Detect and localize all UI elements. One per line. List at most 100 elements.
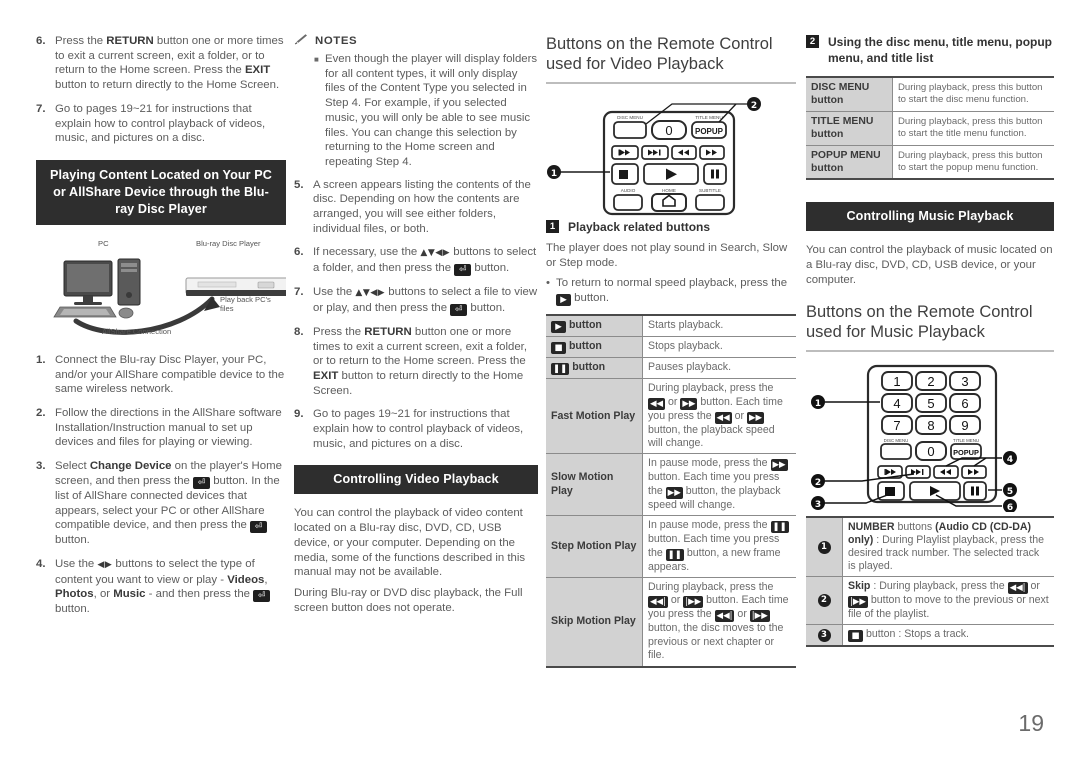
table-row: Fast Motion Play During playback, press … — [546, 378, 796, 455]
list-item: 5. A screen appears listing the contents… — [294, 178, 538, 237]
svg-text:7: 7 — [893, 418, 900, 433]
step-number: 4. — [36, 557, 46, 570]
step-number: 1. — [36, 353, 46, 366]
video-playback-paragraph-1: You can control the playback of video co… — [294, 507, 526, 579]
column-2: NOTES ■ Even though the player will disp… — [294, 34, 538, 621]
table-row: Step Motion Play In pause mode, press th… — [546, 515, 796, 578]
section-banner-video-playback: Controlling Video Playback — [294, 465, 538, 495]
step-text: Use the ◀▶ buttons to select the type of… — [55, 557, 286, 617]
step-text: Connect the Blu-ray Disc Player, your PC… — [55, 353, 285, 396]
music-number-table-body: 1 NUMBER buttons (Audio CD (CD-DA) only)… — [806, 515, 1054, 647]
badge-1-icon: 1 — [546, 220, 559, 233]
diagram-label-player: Blu-ray Disc Player — [196, 238, 261, 248]
svg-text:POPUP: POPUP — [695, 127, 724, 136]
row-value: Skip : During playback, press the ◀◀| or… — [842, 575, 1054, 625]
list-item: 9. Go to pages 19~21 for instructions th… — [294, 407, 538, 451]
step-text: A screen appears listing the contents of… — [313, 178, 531, 235]
svg-text:HOME: HOME — [662, 188, 676, 193]
row-index: 3 — [806, 623, 843, 647]
diagram-label-pc: PC — [98, 238, 109, 248]
square-bullet-icon: ■ — [314, 55, 319, 64]
row-value: Starts playback. — [642, 314, 796, 338]
page-title-music-remote: Buttons on the Remote Control used for M… — [806, 302, 1033, 341]
divider — [546, 82, 796, 84]
row-value: In pause mode, press the ❚❚ button. Each… — [642, 515, 796, 578]
svg-text:POPUP: POPUP — [953, 448, 979, 457]
video-playback-paragraph-2: During Blu-ray or DVD disc playback, the… — [294, 586, 523, 614]
manual-page: 6. Press the RETURN button one or more t… — [0, 0, 1080, 761]
menu-buttons-table: DISC MENU button During playback, press … — [806, 75, 1054, 181]
pencil-icon — [294, 34, 309, 48]
table-row: Slow Motion Play In pause mode, press th… — [546, 453, 796, 517]
section-banner-allshare: Playing Content Located on Your PC or Al… — [36, 159, 286, 225]
steps-top-list: 6. Press the RETURN button one or more t… — [36, 34, 286, 146]
step-text: Use the ▲▼◀▶ buttons to select a file to… — [313, 286, 538, 316]
svg-text:0: 0 — [665, 123, 672, 138]
svg-text:6: 6 — [961, 396, 968, 411]
svg-text:2: 2 — [815, 478, 821, 488]
step-number: 6. — [294, 246, 304, 259]
svg-text:9: 9 — [961, 418, 968, 433]
row-label: Fast Motion Play — [546, 378, 643, 455]
svg-text:3: 3 — [961, 374, 968, 389]
list-item: 3. Select Change Device on the player's … — [36, 459, 286, 548]
diagram-label-playback: Play back PC's files — [220, 294, 271, 313]
svg-text:DISC MENU: DISC MENU — [884, 438, 909, 443]
page-title-video-remote: Buttons on the Remote Control used for V… — [546, 35, 773, 73]
note-item: ■ Even though the player will display fo… — [294, 52, 538, 170]
svg-text:4: 4 — [1007, 455, 1013, 465]
svg-text:1: 1 — [893, 374, 900, 389]
row-label: ■ button — [546, 336, 643, 359]
svg-text:2: 2 — [927, 374, 934, 389]
badge-2-icon: 2 — [806, 35, 819, 48]
page-number: 19 — [1018, 710, 1044, 736]
svg-text:1: 1 — [551, 169, 557, 179]
row-label: ▶ button — [546, 314, 643, 338]
row-value: During playback, press the ◀◀| or |▶▶ bu… — [642, 576, 796, 668]
divider — [806, 349, 1054, 352]
svg-text:AUDIO: AUDIO — [621, 188, 636, 193]
step-number: 3. — [36, 460, 46, 473]
svg-text:SUBTITLE: SUBTITLE — [699, 188, 721, 193]
section-banner-music-playback: Controlling Music Playback — [806, 202, 1054, 232]
step-text: Press the RETURN button one or more time… — [313, 325, 527, 397]
row-value: In pause mode, press the ▶▶ button. Each… — [642, 453, 796, 517]
row-value: Stops playback. — [642, 336, 796, 359]
row-value: During playback, press the ◀◀ or ▶▶ butt… — [642, 378, 796, 455]
svg-text:TITLE MENU: TITLE MENU — [953, 438, 979, 443]
allshare-diagram-svg — [53, 258, 291, 335]
music-playback-paragraph: You can control the playback of music lo… — [806, 244, 1053, 286]
row-value: NUMBER buttons (Audio CD (CD-DA) only) :… — [842, 515, 1054, 577]
list-item: 8. Press the RETURN button one or more t… — [294, 325, 538, 399]
svg-text:4: 4 — [893, 396, 900, 411]
video-remote-illustration: 0 POPUP DISC MENU TITLE MENU AUDIO HOME … — [546, 94, 796, 219]
table-row: TITLE MENU button During playback, press… — [806, 110, 1054, 146]
column-3: Buttons on the Remote Control used for V… — [546, 34, 796, 668]
row-label: Skip Motion Play — [546, 576, 643, 668]
table-row: ■ button Stops playback. — [546, 336, 796, 359]
notes-heading: NOTES — [294, 34, 538, 48]
svg-text:2: 2 — [751, 101, 757, 111]
list-item: 1. Connect the Blu-ray Disc Player, your… — [36, 353, 286, 397]
row-value: ■ button : Stops a track. — [842, 623, 1054, 647]
subsection-label: Using the disc menu, title menu, popup m… — [828, 35, 1053, 65]
dot-bullet-icon: • — [546, 277, 550, 290]
list-item: 6. If necessary, use the ▲▼◀▶ buttons to… — [294, 245, 538, 277]
svg-text:6: 6 — [1007, 503, 1013, 512]
step-number: 7. — [36, 102, 46, 115]
table-row: 2 Skip : During playback, press the ◀◀| … — [806, 575, 1054, 625]
row-value: During playback, press this button to st… — [892, 75, 1054, 112]
step-number: 2. — [36, 407, 46, 420]
table-row: 3 ■ button : Stops a track. — [806, 623, 1054, 647]
table-row: ❚❚ button Pauses playback. — [546, 357, 796, 380]
row-value: Pauses playback. — [642, 357, 796, 380]
subsection-label: Playback related buttons — [568, 220, 711, 234]
step-text: Select Change Device on the player's Hom… — [55, 460, 282, 547]
badge-1-icon: 1 — [817, 540, 831, 554]
row-index: 2 — [806, 575, 843, 625]
note-text: Even though the player will display fold… — [325, 53, 538, 168]
list-item: 7. Go to pages 19~21 for instructions th… — [36, 102, 286, 146]
column-1: 6. Press the RETURN button one or more t… — [36, 34, 291, 626]
menu-buttons-table-body: DISC MENU button During playback, press … — [806, 75, 1054, 181]
table-row: Skip Motion Play During playback, press … — [546, 576, 796, 668]
